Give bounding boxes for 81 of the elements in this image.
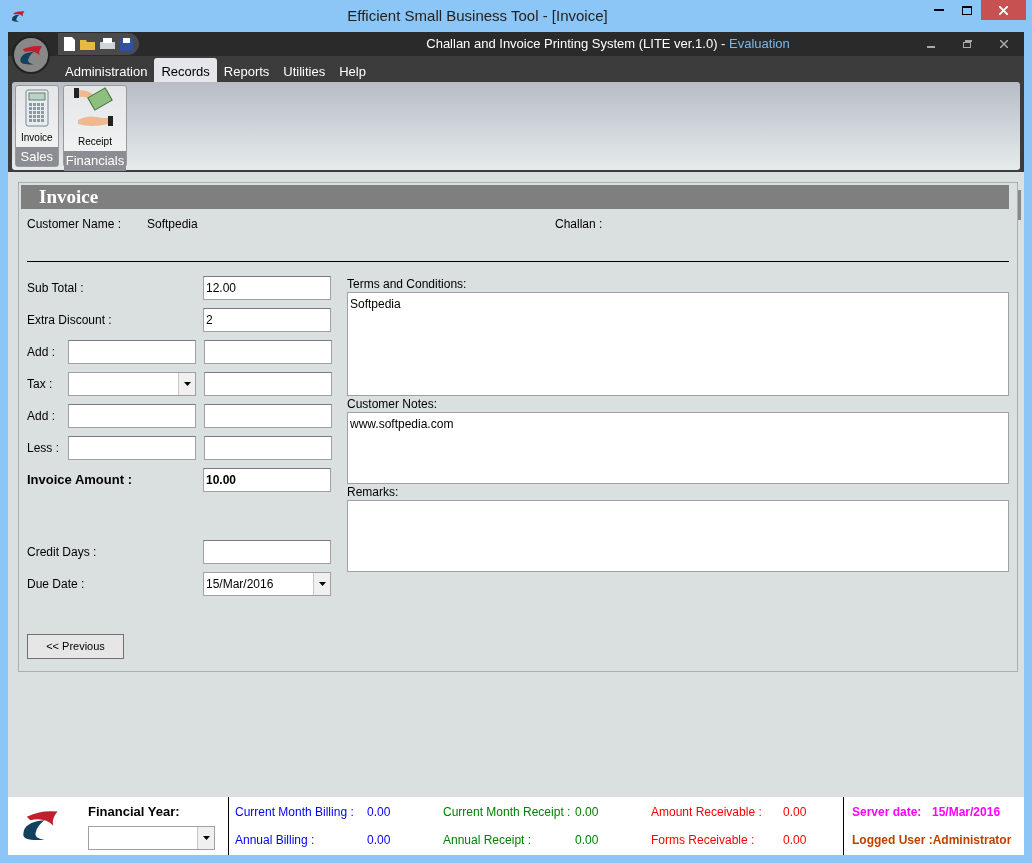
field-label: Tax : bbox=[27, 376, 54, 393]
input-field[interactable] bbox=[203, 540, 331, 564]
logged-user-label: Logged User :Administrator bbox=[852, 832, 1012, 849]
ribbon-button[interactable]: Receipt bbox=[63, 86, 127, 151]
field-label: Invoice Amount : bbox=[27, 471, 133, 490]
server-date-label: Server date: bbox=[852, 804, 923, 821]
caret-icon bbox=[318, 582, 326, 586]
status-label: Current Month Receipt : bbox=[443, 804, 572, 821]
customer-name-value: Softpedia bbox=[147, 216, 199, 233]
status-label: Annual Billing : bbox=[235, 832, 316, 849]
printer-icon[interactable] bbox=[100, 38, 115, 50]
dropdown-field[interactable] bbox=[88, 825, 215, 850]
status-value: 0.00 bbox=[575, 832, 599, 849]
minimize-icon bbox=[934, 9, 944, 11]
save-icon[interactable] bbox=[120, 37, 133, 51]
input-field[interactable] bbox=[204, 404, 332, 428]
ribbon-group-label: Financials bbox=[63, 151, 127, 171]
ribbon-group-label: Sales bbox=[16, 146, 58, 166]
close-icon bbox=[999, 5, 1008, 15]
dropdown-button[interactable] bbox=[197, 826, 214, 849]
input-field[interactable]: 12.00 bbox=[203, 276, 331, 300]
new-file-icon[interactable] bbox=[64, 37, 75, 51]
status-value: 0.00 bbox=[367, 804, 391, 821]
edition-label: Evaluation bbox=[729, 36, 790, 52]
server-date-value: 15/Mar/2016 bbox=[932, 804, 1001, 821]
dropdown-button[interactable] bbox=[313, 573, 330, 595]
field-label: Sub Total : bbox=[27, 280, 85, 297]
menu-tab[interactable]: Help bbox=[332, 58, 373, 82]
restore-icon[interactable] bbox=[963, 40, 972, 48]
dropdown-field[interactable] bbox=[68, 372, 196, 396]
input-field[interactable] bbox=[68, 436, 196, 460]
menu-tab[interactable]: Utilities bbox=[276, 58, 333, 82]
logo-icon bbox=[10, 9, 26, 23]
field-label: Less : bbox=[27, 440, 60, 457]
text-area[interactable]: Softpedia bbox=[347, 292, 1009, 396]
menu-tab[interactable]: Reports bbox=[216, 58, 277, 82]
status-value: 0.00 bbox=[783, 804, 807, 821]
field-label: Due Date : bbox=[27, 576, 86, 593]
close-icon[interactable] bbox=[1000, 40, 1008, 48]
input-field[interactable]: 10.00 bbox=[203, 468, 331, 492]
input-field[interactable] bbox=[204, 340, 332, 364]
input-field[interactable]: 2 bbox=[203, 308, 331, 332]
status-value: 0.00 bbox=[575, 804, 599, 821]
window-title: Efficient Small Business Tool - [Invoice] bbox=[346, 5, 609, 26]
notes-label: Customer Notes: bbox=[347, 396, 439, 412]
text-area[interactable] bbox=[347, 500, 1009, 572]
dropdown-button[interactable] bbox=[178, 373, 195, 395]
app-title: Challan and Invoice Printing System (LITE ver.1.0) - bbox=[426, 36, 727, 52]
text-area[interactable]: www.softpedia.com bbox=[347, 412, 1009, 484]
status-label: Amount Receivable : bbox=[651, 804, 763, 821]
calculator-icon bbox=[23, 87, 50, 128]
previous-button[interactable]: << Previous bbox=[27, 634, 124, 659]
dropdown-field[interactable]: 15/Mar/2016 bbox=[203, 572, 331, 596]
financial-year-label: Financial Year: bbox=[88, 803, 181, 822]
menu-tab[interactable]: Records bbox=[154, 58, 217, 82]
close-button[interactable] bbox=[981, 0, 1026, 20]
status-value: 0.00 bbox=[783, 832, 807, 849]
field-label: Credit Days : bbox=[27, 544, 98, 561]
status-label: Current Month Billing : bbox=[235, 804, 355, 821]
status-value: 0.00 bbox=[367, 832, 391, 849]
status-label: Annual Receipt : bbox=[443, 832, 533, 849]
menu-tab[interactable]: Administration bbox=[58, 58, 155, 82]
maximize-icon bbox=[962, 5, 972, 15]
form-heading: Invoice bbox=[21, 185, 1009, 209]
caret-icon bbox=[202, 835, 210, 840]
input-field[interactable] bbox=[204, 372, 332, 396]
input-field[interactable] bbox=[68, 404, 196, 428]
customer-name-label: Customer Name : bbox=[27, 216, 123, 233]
ribbon-button[interactable]: Invoice bbox=[16, 86, 58, 147]
input-field[interactable] bbox=[68, 340, 196, 364]
field-label: Add : bbox=[27, 344, 57, 361]
status-label: Forms Receivable : bbox=[651, 832, 756, 849]
caret-icon bbox=[183, 382, 191, 386]
notes-label: Remarks: bbox=[347, 484, 400, 500]
field-label: Extra Discount : bbox=[27, 312, 113, 329]
folder-icon[interactable] bbox=[80, 38, 95, 50]
notes-label: Terms and Conditions: bbox=[347, 276, 468, 292]
field-label: Add : bbox=[27, 408, 57, 425]
input-field[interactable] bbox=[204, 436, 332, 460]
logo-icon bbox=[17, 43, 45, 67]
challan-label: Challan : bbox=[555, 216, 603, 233]
